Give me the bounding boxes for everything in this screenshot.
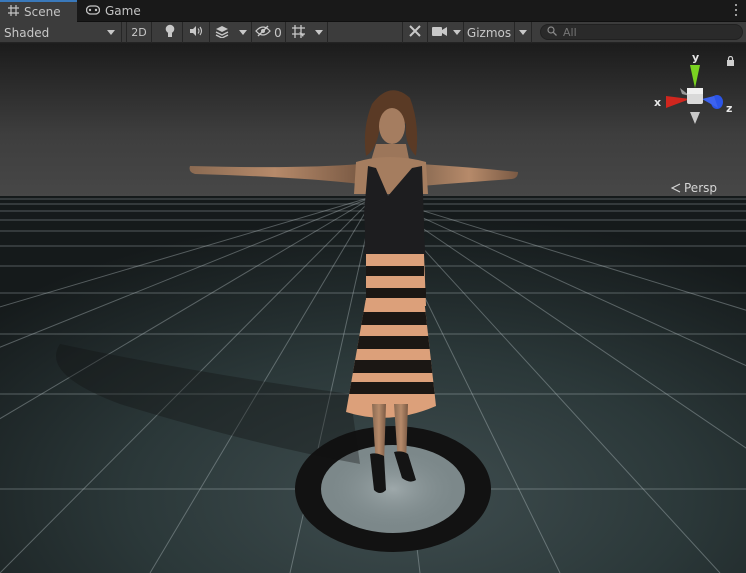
effects-toggle-button[interactable] [210, 22, 234, 43]
gizmos-button[interactable]: Gizmos [464, 22, 514, 43]
search-icon [547, 25, 557, 39]
grid-icon [8, 5, 19, 19]
gizmos-dropdown-button[interactable] [514, 22, 532, 43]
orientation-gizmo[interactable]: y x z [650, 48, 746, 138]
wrench-icon [408, 24, 422, 41]
tab-scene[interactable]: Scene [0, 0, 77, 22]
draw-mode-label: Shaded [4, 25, 50, 40]
lock-icon[interactable] [726, 56, 735, 66]
camera-icon [431, 26, 447, 40]
gamepad-icon [85, 4, 101, 18]
toggle-2d-label: 2D [131, 26, 147, 39]
lighting-toggle-button[interactable] [158, 22, 183, 43]
chevron-down-icon [452, 30, 461, 35]
tab-scene-label: Scene [24, 5, 61, 19]
lightbulb-icon [164, 24, 176, 41]
tab-game[interactable]: Game [78, 0, 148, 22]
search-input[interactable] [563, 25, 733, 39]
effects-dropdown-button[interactable] [234, 22, 252, 43]
axis-y-label: y [692, 51, 700, 64]
projection-toggle[interactable]: Persp [671, 181, 717, 195]
scene-canvas[interactable] [0, 44, 746, 573]
draw-mode-dropdown[interactable]: Shaded [0, 22, 122, 43]
chevron-down-icon [238, 30, 247, 35]
scene-viewport[interactable]: y x z Persp [0, 44, 746, 573]
more-options-icon[interactable] [732, 3, 740, 17]
hidden-objects-count: 0 [274, 25, 282, 40]
chevron-down-icon [107, 30, 115, 35]
search-field[interactable] [540, 24, 743, 40]
audio-toggle-button[interactable] [183, 22, 210, 43]
gizmos-label: Gizmos [466, 25, 512, 40]
grid-snapping-button[interactable] [286, 22, 311, 43]
grid-snap-icon [291, 24, 306, 42]
eye-slash-icon [255, 25, 272, 40]
speaker-icon [189, 25, 203, 40]
perspective-icon [671, 183, 681, 193]
scene-visibility-button[interactable]: 0 [252, 22, 286, 43]
chevron-down-icon [519, 30, 527, 35]
tools-button[interactable] [402, 22, 428, 43]
layers-effects-icon [215, 25, 229, 41]
toggle-2d-button[interactable]: 2D [126, 22, 152, 43]
grid-dropdown-button[interactable] [311, 22, 328, 43]
chevron-down-icon [315, 30, 323, 35]
camera-dropdown-button[interactable] [450, 22, 464, 43]
tab-game-label: Game [105, 4, 141, 18]
camera-settings-button[interactable] [428, 22, 450, 43]
axis-z-label: z [726, 102, 733, 115]
projection-label: Persp [684, 181, 717, 195]
editor-tab-bar: Scene Game [0, 0, 746, 22]
axis-x-label: x [654, 96, 662, 109]
